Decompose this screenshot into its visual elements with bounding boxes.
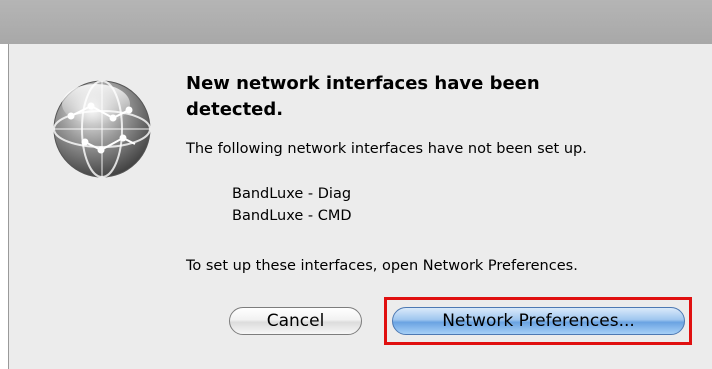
dialog-title: New network interfaces have been detecte… bbox=[186, 73, 540, 120]
cancel-button[interactable]: Cancel bbox=[229, 307, 362, 335]
network-globe-icon bbox=[51, 78, 153, 180]
window-titlebar[interactable] bbox=[0, 0, 712, 44]
interface-item: BandLuxe - CMD bbox=[232, 208, 352, 224]
network-preferences-button[interactable]: Network Preferences... bbox=[392, 307, 685, 335]
alert-window: New network interfaces have been detecte… bbox=[0, 0, 712, 369]
dialog-message: The following network interfaces have no… bbox=[186, 141, 587, 157]
dialog-instruction: To set up these interfaces, open Network… bbox=[186, 258, 578, 274]
interface-item: BandLuxe - Diag bbox=[232, 186, 352, 202]
